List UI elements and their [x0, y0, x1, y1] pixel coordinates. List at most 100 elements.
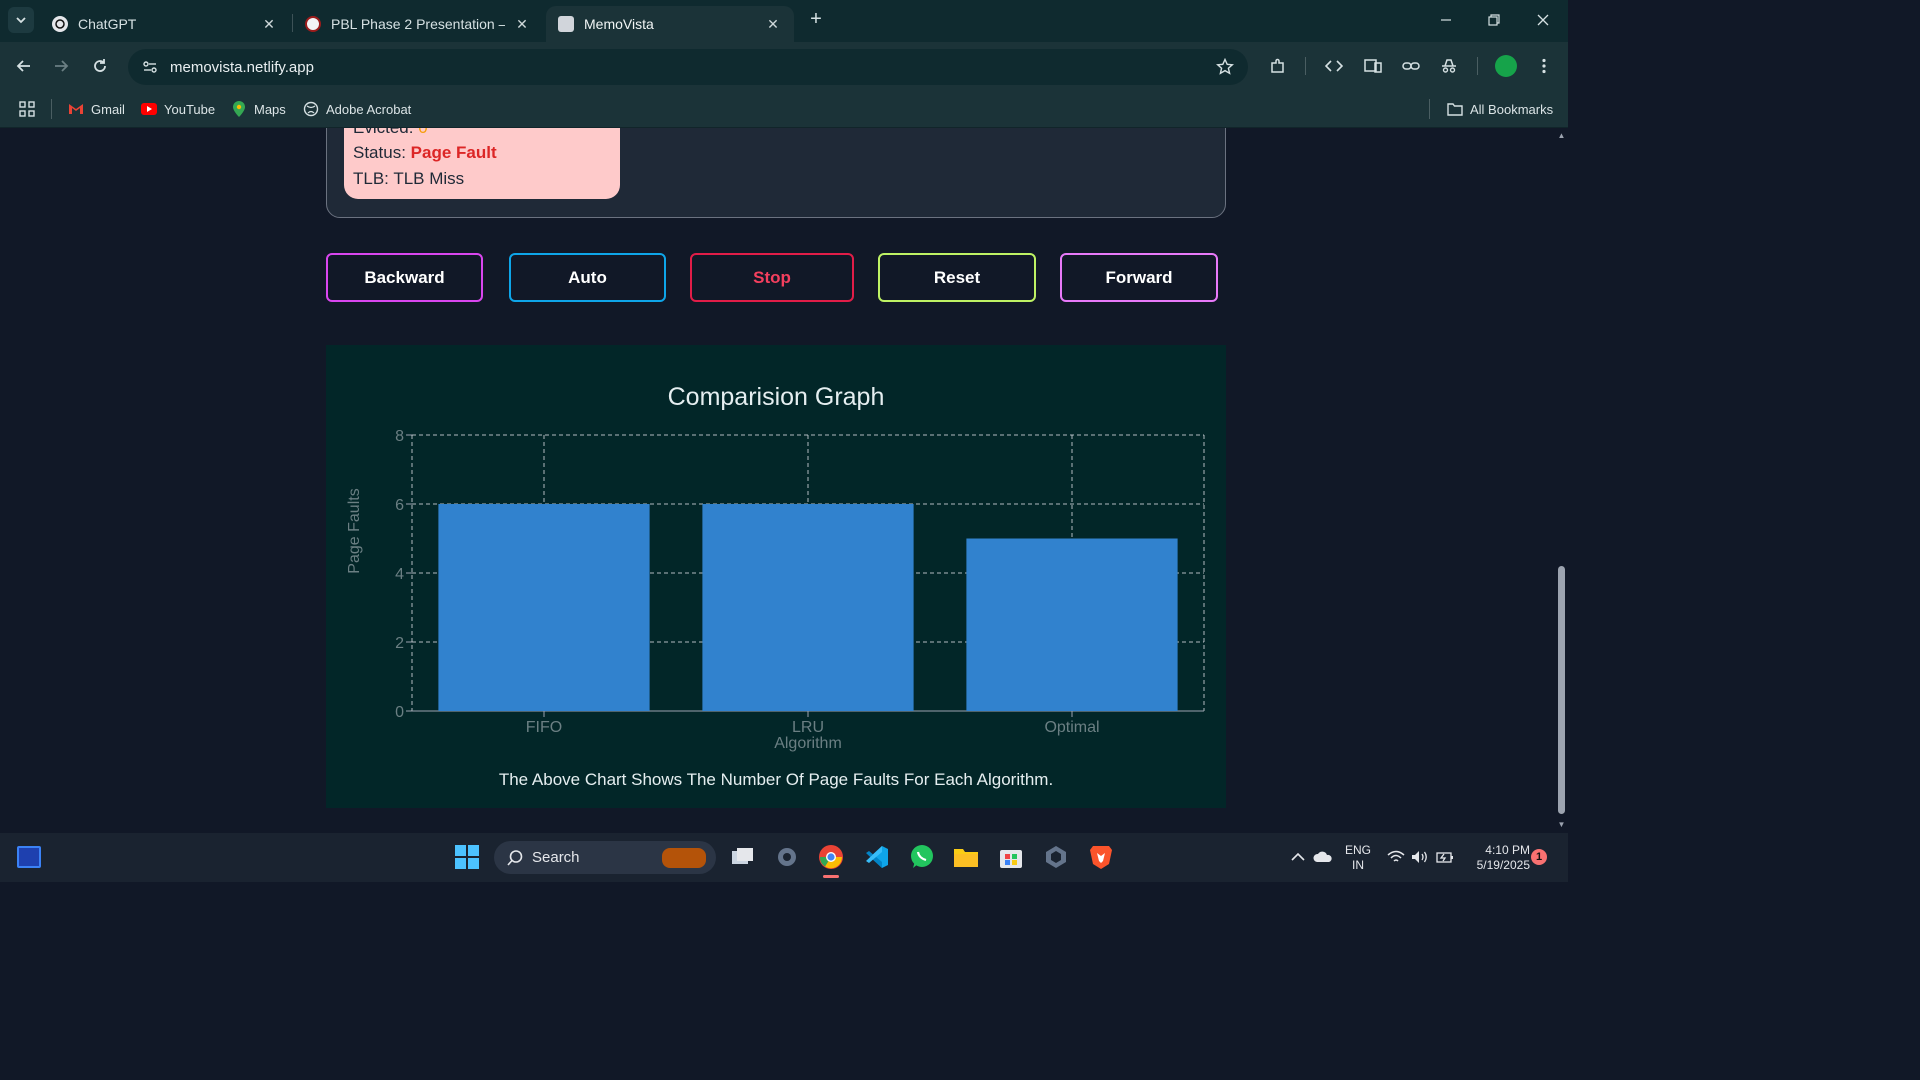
x-axis-label: Algorithm — [774, 735, 842, 752]
page-content: Evicted: 0 Status: Page Fault TLB: TLB M… — [0, 128, 1555, 833]
forward-nav-button[interactable] — [49, 54, 73, 78]
cloud-icon — [1313, 851, 1332, 862]
widgets-icon — [17, 846, 41, 868]
bar-lru — [702, 504, 914, 711]
bar-fifo — [438, 504, 650, 711]
whatsapp-app[interactable] — [908, 843, 936, 871]
incognito-icon — [1442, 59, 1456, 73]
tab-strip: ChatGPT ✕ PBL Phase 2 Presentation – Sch… — [0, 0, 1568, 42]
start-button[interactable] — [453, 843, 481, 871]
language-top: ENG — [1344, 843, 1371, 857]
page-scrollbar[interactable]: ▲ ▼ — [1555, 128, 1568, 833]
tab-title: PBL Phase 2 Presentation – Sch — [331, 16, 505, 32]
widgets-button[interactable] — [15, 843, 43, 871]
brave-app[interactable] — [1087, 843, 1115, 871]
tab-chatgpt[interactable]: ChatGPT ✕ — [40, 6, 290, 42]
apps-grid-icon — [19, 101, 35, 117]
search-highlight-icon — [662, 848, 706, 868]
all-bookmarks-button[interactable]: All Bookmarks — [1447, 99, 1553, 119]
y-tick-label: 0 — [395, 704, 404, 721]
new-tab-button[interactable]: + — [805, 9, 827, 31]
back-button[interactable] — [12, 54, 36, 78]
bookmark-label: Adobe Acrobat — [326, 101, 412, 117]
reload-button[interactable] — [88, 54, 112, 78]
reset-button[interactable]: Reset — [878, 253, 1036, 302]
bookmark-maps[interactable]: Maps — [231, 99, 286, 119]
language-indicator[interactable]: ENG IN — [1342, 843, 1374, 873]
clock[interactable]: 4:10 PM 5/19/2025 — [1464, 843, 1530, 873]
restore-icon — [1488, 14, 1500, 26]
speaker-icon — [1412, 851, 1427, 863]
file-explorer-app[interactable] — [952, 843, 980, 871]
close-icon[interactable]: ✕ — [513, 15, 531, 33]
restore-button[interactable] — [1482, 8, 1506, 32]
tab-search-button[interactable] — [8, 7, 34, 33]
bookmark-label: YouTube — [164, 101, 216, 117]
bookmark-youtube[interactable]: YouTube — [141, 99, 215, 119]
close-icon[interactable]: ✕ — [764, 15, 782, 33]
code-icon — [1325, 60, 1343, 72]
reload-icon — [94, 59, 106, 72]
browser-menu-button[interactable] — [1532, 54, 1556, 78]
wifi-button[interactable] — [1385, 843, 1407, 871]
scroll-down-icon[interactable]: ▼ — [1557, 820, 1566, 829]
gmail-icon — [68, 101, 84, 117]
clock-time: 4:10 PM — [1485, 843, 1530, 857]
extensions-button[interactable] — [1266, 54, 1290, 78]
notification-badge[interactable]: 1 — [1531, 849, 1547, 865]
tab-title: MemoVista — [584, 16, 654, 32]
incognito-extension-button[interactable] — [1437, 54, 1461, 78]
scroll-up-icon[interactable]: ▲ — [1557, 131, 1566, 140]
bookmarks-bar: Gmail YouTube Maps Adobe Acrobat All Boo… — [0, 90, 1568, 128]
stop-button[interactable]: Stop — [690, 253, 854, 302]
toolbar-divider — [1305, 57, 1306, 75]
backward-button[interactable]: Backward — [326, 253, 483, 302]
apps-button[interactable] — [18, 99, 36, 119]
github-desktop-app[interactable] — [1042, 843, 1070, 871]
bookmark-label: Maps — [254, 101, 286, 117]
battery-button[interactable] — [1434, 843, 1456, 871]
tab-memovista[interactable]: MemoVista ✕ — [546, 6, 794, 42]
devtools-button[interactable] — [1322, 54, 1346, 78]
volume-button[interactable] — [1409, 843, 1431, 871]
task-view-button[interactable] — [729, 843, 757, 871]
auto-button[interactable]: Auto — [509, 253, 666, 302]
link-button[interactable] — [1399, 54, 1423, 78]
tab-pbl-presentation[interactable]: PBL Phase 2 Presentation – Sch ✕ — [293, 6, 543, 42]
windows-taskbar: Search ENG IN 4:10 PM 5/19/2025 1 — [0, 833, 1568, 882]
settings-app[interactable] — [773, 843, 801, 871]
y-tick-label: 6 — [395, 497, 404, 514]
chatgpt-logo-icon — [52, 16, 68, 32]
minimize-button[interactable] — [1434, 8, 1458, 32]
search-icon — [507, 849, 523, 866]
puzzle-icon — [1271, 58, 1284, 73]
responsive-view-button[interactable] — [1361, 54, 1385, 78]
close-window-button[interactable] — [1531, 8, 1555, 32]
minimize-icon — [1441, 19, 1451, 21]
show-hidden-icons-button[interactable] — [1288, 843, 1308, 871]
address-bar[interactable]: memovista.netlify.app — [128, 49, 1248, 85]
vscode-app[interactable] — [863, 843, 891, 871]
bookmark-star-icon[interactable] — [1216, 58, 1234, 76]
site-info-icon[interactable] — [132, 59, 168, 75]
onedrive-button[interactable] — [1310, 843, 1336, 871]
notification-count: 1 — [1535, 851, 1543, 863]
clock-date: 5/19/2025 — [1476, 858, 1530, 872]
url-text[interactable]: memovista.netlify.app — [170, 59, 314, 76]
bookmark-gmail[interactable]: Gmail — [68, 99, 125, 119]
forward-button[interactable]: Forward — [1060, 253, 1218, 302]
task-view-icon — [732, 848, 753, 864]
status-line: Status: Page Fault — [353, 143, 497, 163]
chrome-app[interactable] — [817, 843, 845, 878]
microsoft-store-app[interactable] — [997, 843, 1025, 871]
close-icon[interactable]: ✕ — [260, 15, 278, 33]
bookmark-adobe-acrobat[interactable]: Adobe Acrobat — [303, 99, 411, 119]
vscode-icon — [866, 846, 888, 868]
x-tick-label: Optimal — [1044, 719, 1099, 736]
taskbar-search-box[interactable]: Search — [494, 841, 716, 874]
scrollbar-thumb[interactable] — [1558, 566, 1565, 814]
battery-charging-icon — [1436, 852, 1453, 863]
profile-avatar-button[interactable] — [1494, 54, 1518, 78]
memovista-logo-icon — [558, 16, 574, 32]
chart-caption: The Above Chart Shows The Number Of Page… — [498, 770, 1054, 789]
